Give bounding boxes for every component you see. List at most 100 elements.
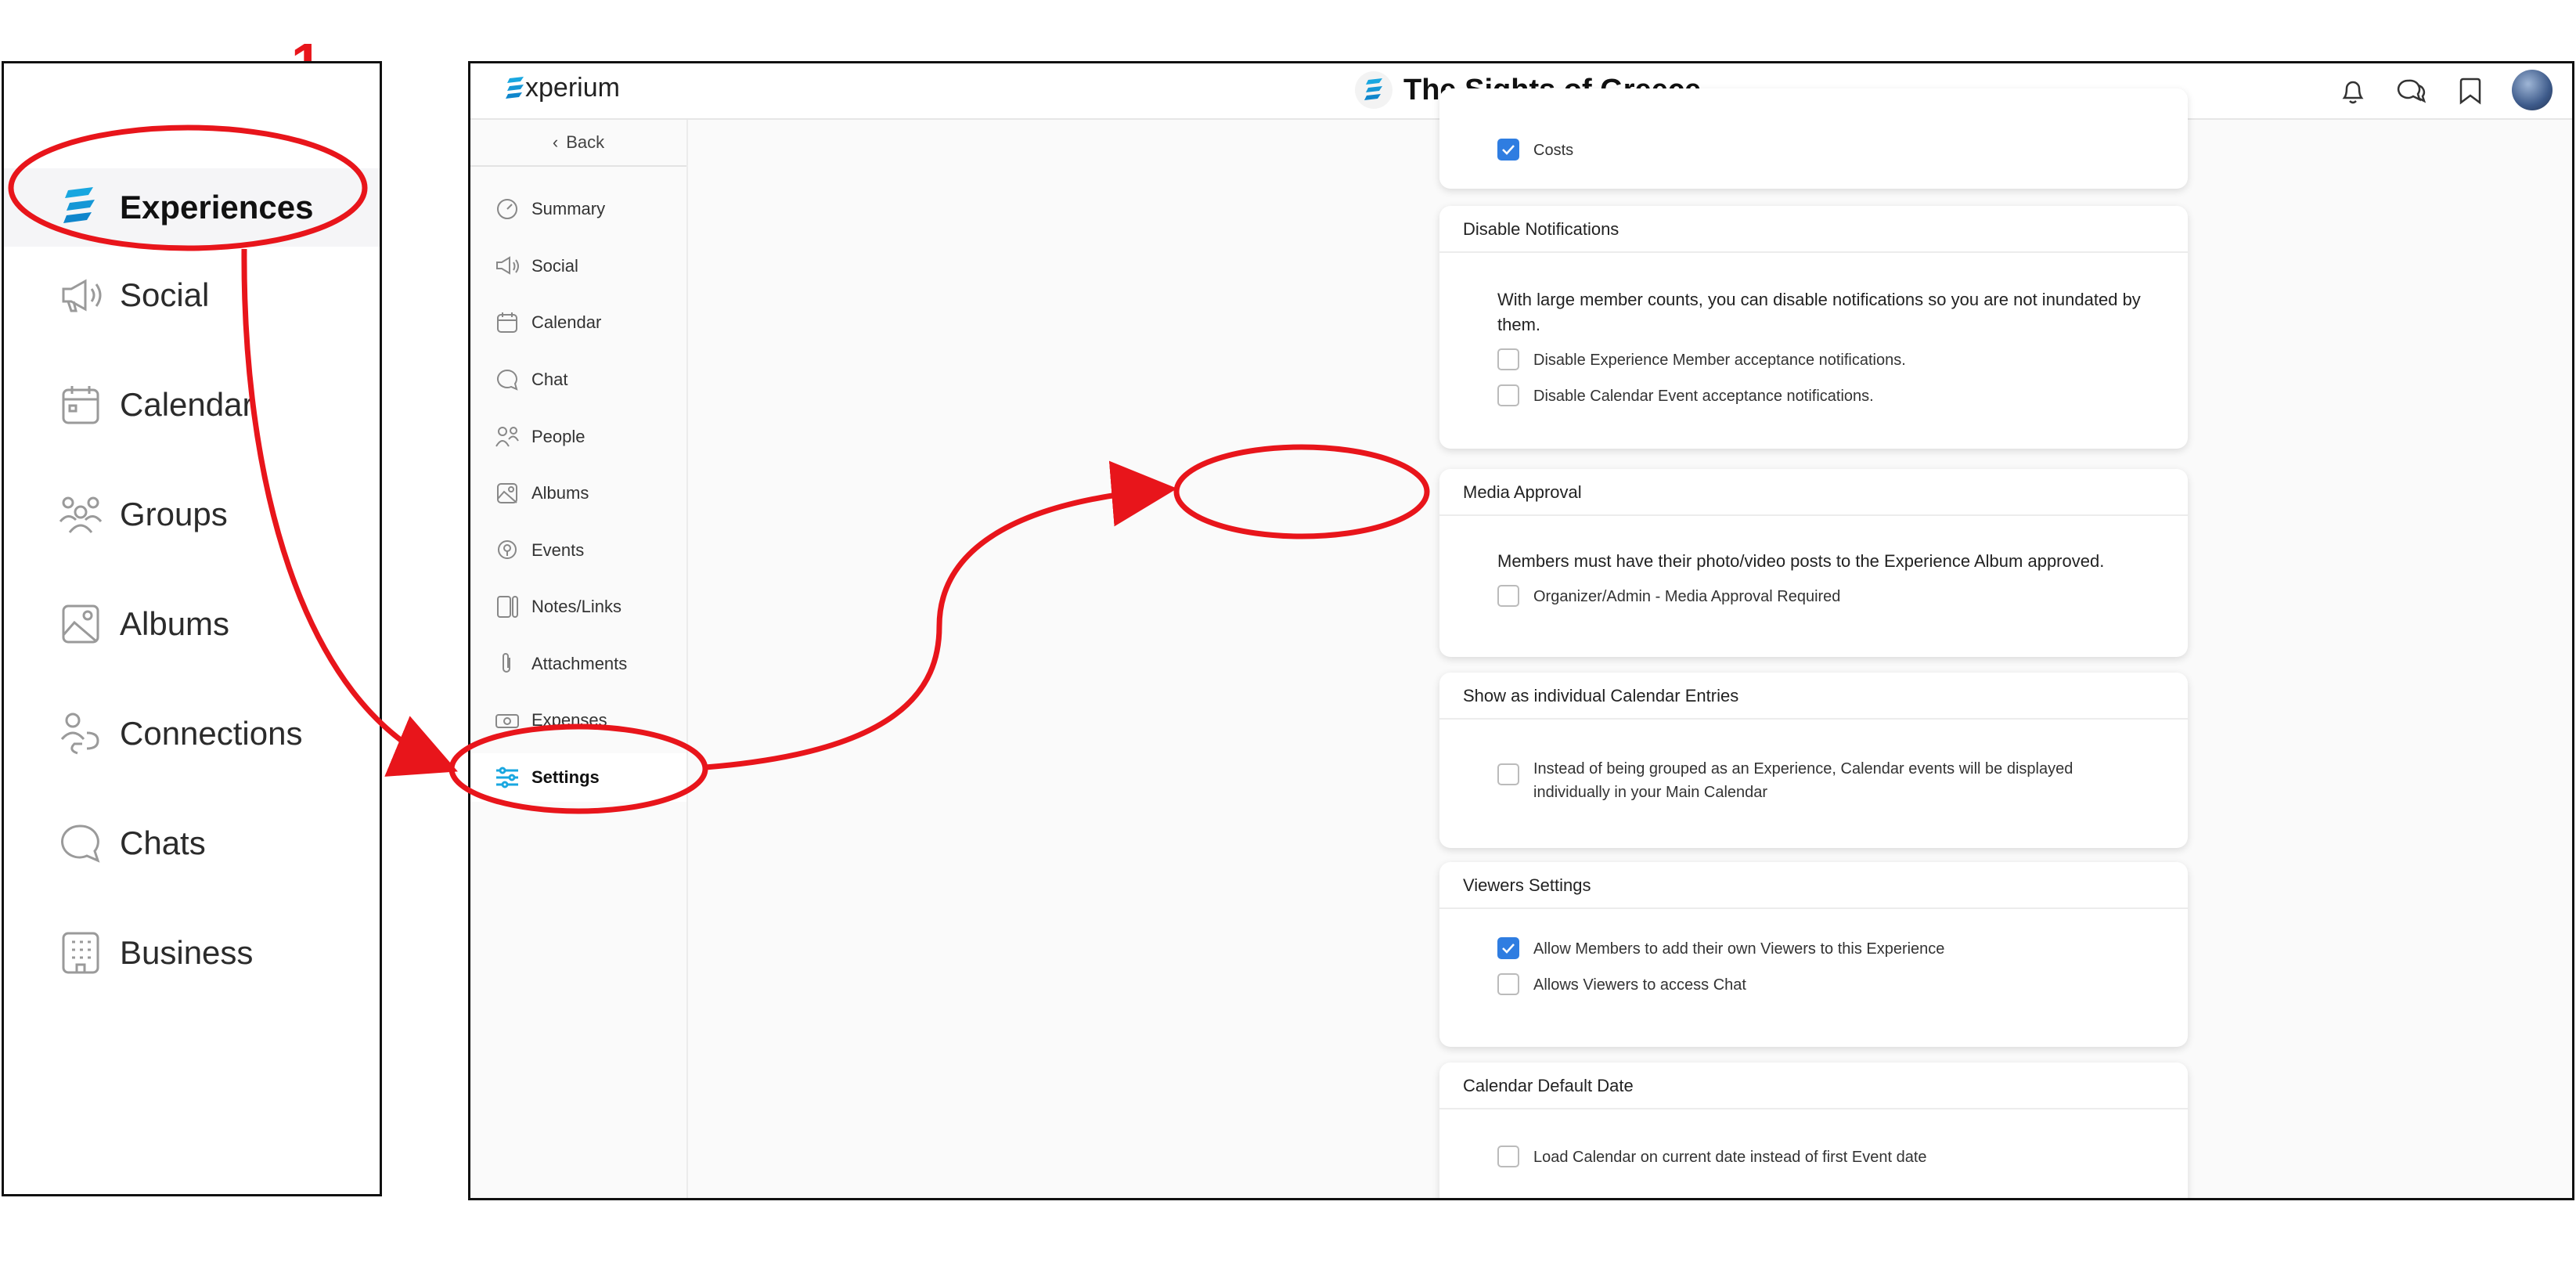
checkbox-label: Instead of being grouped as an Experienc… (1533, 760, 2073, 801)
costs-option[interactable]: Costs (1497, 139, 1573, 162)
calendar-icon (59, 383, 103, 427)
sidebar-item-expenses[interactable]: Expenses (470, 696, 686, 745)
sidebar-item-label: Settings (531, 767, 600, 787)
disable-calendar-notifications-option[interactable]: Disable Calendar Event acceptance notifi… (1497, 384, 1874, 408)
connections-icon (59, 712, 103, 756)
experium-logo[interactable]: xperium (505, 73, 620, 103)
sidebar-item-settings[interactable]: Settings (470, 753, 686, 802)
card-description: With large member counts, you can disabl… (1497, 290, 2141, 334)
media-approval-card: Media Approval Members must have their p… (1439, 469, 2188, 657)
card-header: Viewers Settings (1439, 862, 2188, 909)
nav-item-calendar[interactable]: Calendar (4, 366, 380, 444)
checkbox-checked[interactable] (1497, 139, 1519, 161)
nav-item-chats[interactable]: Chats (4, 804, 380, 882)
nav-label: Calendar (120, 386, 254, 423)
checkbox-label: Load Calendar on current date instead of… (1533, 1149, 1927, 1166)
image-icon (494, 480, 521, 507)
costs-card: Costs (1439, 88, 2188, 189)
people-icon (494, 424, 521, 450)
sidebar-item-calendar[interactable]: Calendar (470, 298, 686, 347)
checkbox[interactable] (1497, 585, 1519, 607)
checkbox-label: Costs (1533, 142, 1574, 159)
viewers-chat-option[interactable]: Allows Viewers to access Chat (1497, 973, 1746, 997)
sliders-icon (494, 764, 521, 791)
card-title: Show as individual Calendar Entries (1463, 686, 1739, 705)
nav-item-albums[interactable]: Albums (4, 585, 380, 663)
chat-bubble-icon (59, 821, 103, 865)
nav-label: Chats (120, 824, 206, 861)
checkbox-label: Organizer/Admin - Media Approval Require… (1533, 588, 1841, 605)
sidebar-item-summary[interactable]: Summary (470, 185, 686, 233)
checkbox[interactable] (1497, 384, 1519, 406)
experience-logo-icon (1355, 71, 1392, 109)
building-icon (59, 931, 103, 975)
nav-item-experiences[interactable]: Experiences (4, 168, 380, 247)
card-title: Viewers Settings (1463, 875, 1591, 895)
image-icon (59, 602, 103, 646)
nav-label: Experiences (120, 189, 314, 225)
sidebar-item-label: Chat (531, 370, 568, 389)
card-header: Disable Notifications (1439, 206, 2188, 253)
card-header: Show as individual Calendar Entries (1439, 673, 2188, 720)
load-current-date-option[interactable]: Load Calendar on current date instead of… (1497, 1146, 1927, 1169)
back-button[interactable]: ‹ Back (470, 120, 686, 167)
nav-item-groups[interactable]: Groups (4, 475, 380, 554)
app-window: xperium The Sights of Greece ‹ Back Summ… (468, 61, 2574, 1200)
sidebar-item-albums[interactable]: Albums (470, 469, 686, 518)
disable-notifications-card: Disable Notifications With large member … (1439, 206, 2188, 449)
sidebar-item-chat[interactable]: Chat (470, 355, 686, 404)
back-label: Back (566, 132, 605, 152)
card-header: Calendar Default Date (1439, 1063, 2188, 1109)
card-title: Media Approval (1463, 482, 1582, 502)
avatar[interactable] (2512, 70, 2553, 110)
nav-item-connections[interactable]: Connections (4, 695, 380, 773)
checkbox-label: Disable Calendar Event acceptance notifi… (1533, 388, 1874, 405)
nav-item-social[interactable]: Social (4, 256, 380, 334)
sidebar-item-label: Expenses (531, 710, 607, 730)
sidebar-item-events[interactable]: Events (470, 526, 686, 575)
zoomed-main-navigation: Experiences Social Calendar Groups Album… (2, 61, 382, 1196)
sidebar-item-notes-links[interactable]: Notes/Links (470, 583, 686, 631)
bookmark-icon[interactable] (2454, 74, 2487, 107)
sidebar-item-label: Attachments (531, 654, 628, 673)
disable-member-notifications-option[interactable]: Disable Experience Member acceptance not… (1497, 348, 1906, 372)
calendar-icon (494, 309, 521, 336)
chat-icon[interactable] (2394, 74, 2427, 107)
calendar-default-date-card: Calendar Default Date Load Calendar on c… (1439, 1063, 2188, 1198)
sidebar-item-label: Albums (531, 483, 589, 503)
bell-icon[interactable] (2336, 74, 2369, 107)
groups-icon (59, 492, 103, 536)
checkbox[interactable] (1497, 763, 1519, 785)
paperclip-icon (494, 651, 521, 677)
gauge-icon (494, 196, 521, 222)
nav-label: Groups (120, 496, 228, 532)
notes-icon (494, 594, 521, 620)
card-description: Members must have their photo/video post… (1497, 551, 2105, 571)
allow-viewers-option[interactable]: Allow Members to add their own Viewers t… (1497, 937, 1944, 961)
sidebar-item-attachments[interactable]: Attachments (470, 640, 686, 688)
chevron-left-icon: ‹ (552, 132, 559, 152)
sidebar-item-social[interactable]: Social (470, 242, 686, 290)
sidebar-item-label: Summary (531, 199, 606, 218)
sidebar-item-label: People (531, 427, 585, 446)
chat-bubble-icon (494, 366, 521, 393)
experium-logo-icon (59, 186, 103, 229)
checkbox-label: Allows Viewers to access Chat (1533, 976, 1746, 994)
sidebar-item-people[interactable]: People (470, 413, 686, 461)
checkbox[interactable] (1497, 348, 1519, 370)
checkbox[interactable] (1497, 973, 1519, 995)
map-pin-icon (494, 537, 521, 564)
card-title: Calendar Default Date (1463, 1076, 1634, 1095)
viewers-settings-card: Viewers Settings Allow Members to add th… (1439, 862, 2188, 1047)
sidebar-item-label: Social (531, 256, 578, 276)
nav-item-business[interactable]: Business (4, 914, 380, 992)
calendar-entries-card: Show as individual Calendar Entries Inst… (1439, 673, 2188, 848)
card-title: Disable Notifications (1463, 219, 1619, 239)
checkbox[interactable] (1497, 1146, 1519, 1167)
money-icon (494, 707, 521, 734)
checkbox-checked[interactable] (1497, 937, 1519, 959)
media-approval-required-option[interactable]: Organizer/Admin - Media Approval Require… (1497, 585, 1840, 608)
individual-calendar-entries-option[interactable]: Instead of being grouped as an Experienc… (1497, 757, 2139, 804)
nav-label: Business (120, 934, 254, 971)
settings-content: Costs Disable Notifications With large m… (688, 88, 2572, 1198)
